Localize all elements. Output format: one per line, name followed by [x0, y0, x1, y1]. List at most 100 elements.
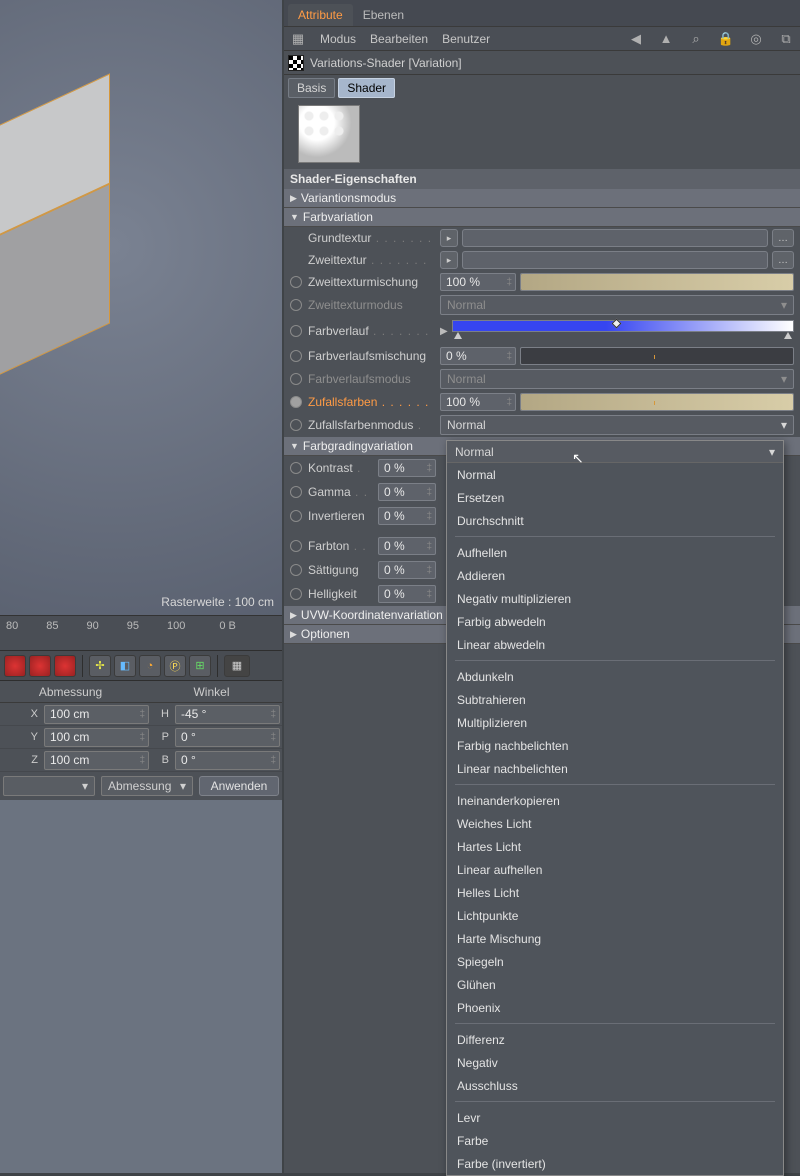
subtab-basis[interactable]: Basis: [288, 78, 335, 98]
anim-radio[interactable]: [290, 510, 302, 522]
dropdown-option[interactable]: Abdunkeln: [447, 665, 783, 688]
kontrast-value[interactable]: 0 %: [378, 459, 436, 477]
dropdown-option[interactable]: Ersetzen: [447, 486, 783, 509]
more-button[interactable]: …: [772, 251, 794, 269]
menu-user[interactable]: Benutzer: [442, 32, 490, 46]
helligkeit-value[interactable]: 0 %: [378, 585, 436, 603]
group-variationsmodus[interactable]: ▶ Variantionsmodus: [284, 189, 800, 208]
anim-radio[interactable]: [290, 276, 302, 288]
dropdown-option[interactable]: Aufhellen: [447, 541, 783, 564]
farbton-value[interactable]: 0 %: [378, 537, 436, 555]
tool-button[interactable]: ⊞: [189, 655, 211, 677]
coord-field-p[interactable]: 0 °: [175, 728, 280, 747]
group-farbvariation[interactable]: ▼ Farbvariation: [284, 208, 800, 227]
dropdown-option[interactable]: Spiegeln: [447, 950, 783, 973]
dropdown-option[interactable]: Durchschnitt: [447, 509, 783, 532]
filmstrip-button[interactable]: ▦: [224, 655, 250, 677]
shader-preview[interactable]: [298, 105, 360, 163]
dropdown-option[interactable]: Negativ: [447, 1051, 783, 1074]
menu-mode[interactable]: Modus: [320, 32, 356, 46]
zufallsfarben-slider[interactable]: [520, 393, 794, 411]
zufallsfarbenmodus-dropdown[interactable]: Normal▾: [440, 415, 794, 435]
dropdown-option[interactable]: Weiches Licht: [447, 812, 783, 835]
record-button[interactable]: [4, 655, 26, 677]
move-tool-button[interactable]: ✢: [89, 655, 111, 677]
dropdown-option[interactable]: Hartes Licht: [447, 835, 783, 858]
record-button-3[interactable]: [54, 655, 76, 677]
dropdown-option[interactable]: Subtrahieren: [447, 688, 783, 711]
dropdown-option[interactable]: Linear abwedeln: [447, 633, 783, 656]
zweittexturmodus-dropdown[interactable]: Normal▾: [440, 295, 794, 315]
coord-field-h[interactable]: -45 °: [175, 705, 280, 724]
invertieren-value[interactable]: 0 %: [378, 507, 436, 525]
dropdown-selected[interactable]: Normal▾: [447, 441, 783, 463]
dropdown-option[interactable]: Farbe: [447, 1129, 783, 1152]
up-icon[interactable]: ▲: [658, 31, 674, 47]
dropdown-option[interactable]: Linear nachbelichten: [447, 757, 783, 780]
grundtextur-field[interactable]: [462, 229, 768, 247]
anim-radio[interactable]: [290, 373, 302, 385]
coord-field-z[interactable]: 100 cm: [44, 751, 149, 770]
gradient-knot[interactable]: [611, 319, 621, 329]
gradient-editor[interactable]: [452, 320, 794, 332]
coord-field-b[interactable]: 0 °: [175, 751, 280, 770]
zweittextur-field[interactable]: [462, 251, 768, 269]
dropdown-option[interactable]: Normal: [447, 463, 783, 486]
more-button[interactable]: …: [772, 229, 794, 247]
dropdown-option[interactable]: Phoenix: [447, 996, 783, 1019]
coord-field-y[interactable]: 100 cm: [44, 728, 149, 747]
anim-radio[interactable]: [290, 419, 302, 431]
dropdown-option[interactable]: Glühen: [447, 973, 783, 996]
tool-button[interactable]: ◔: [139, 655, 161, 677]
coord-field-x[interactable]: 100 cm: [44, 705, 149, 724]
tab-layers[interactable]: Ebenen: [353, 4, 414, 26]
farbverlaufsmischung-slider[interactable]: [520, 347, 794, 365]
dropdown-option[interactable]: Harte Mischung: [447, 927, 783, 950]
dropdown-option[interactable]: Negativ multiplizieren: [447, 587, 783, 610]
anim-radio[interactable]: [290, 462, 302, 474]
apply-button[interactable]: Anwenden: [199, 776, 279, 796]
new-window-icon[interactable]: ⧉: [778, 31, 794, 47]
anim-radio[interactable]: [290, 350, 302, 362]
target-icon[interactable]: ◎: [748, 31, 764, 47]
dropdown-empty[interactable]: ▾: [3, 776, 95, 796]
dropdown-option[interactable]: Linear aufhellen: [447, 858, 783, 881]
menu-icon[interactable]: ▦: [290, 31, 306, 47]
tab-attribute[interactable]: Attribute: [288, 4, 353, 26]
timeline[interactable]: 80 85 90 95 100 0 B: [0, 615, 282, 650]
back-icon[interactable]: ◀: [628, 31, 644, 47]
anim-radio[interactable]: [290, 486, 302, 498]
zufallsfarben-value[interactable]: 100 %: [440, 393, 516, 411]
farbverlaufsmischung-value[interactable]: 0 %: [440, 347, 516, 365]
record-button-2[interactable]: [29, 655, 51, 677]
dropdown-option[interactable]: Multiplizieren: [447, 711, 783, 734]
farbverlaufsmodus-dropdown[interactable]: Normal▾: [440, 369, 794, 389]
anim-radio[interactable]: [290, 564, 302, 576]
lock-icon[interactable]: 🔒: [718, 31, 734, 47]
anim-radio[interactable]: [290, 299, 302, 311]
zweittexturmischung-slider[interactable]: [520, 273, 794, 291]
dropdown-option[interactable]: Farbig nachbelichten: [447, 734, 783, 757]
texture-menu-button[interactable]: ▸: [440, 251, 458, 269]
anim-radio[interactable]: [290, 325, 302, 337]
dimension-dropdown[interactable]: Abmessung▾: [101, 776, 193, 796]
dropdown-option[interactable]: Addieren: [447, 564, 783, 587]
dropdown-option[interactable]: Lichtpunkte: [447, 904, 783, 927]
gradient-pin-left[interactable]: [454, 332, 462, 339]
dropdown-option[interactable]: Ausschluss: [447, 1074, 783, 1097]
tool-button[interactable]: Ⓟ: [164, 655, 186, 677]
anim-radio[interactable]: [290, 540, 302, 552]
anim-radio[interactable]: [290, 588, 302, 600]
dropdown-option[interactable]: Helles Licht: [447, 881, 783, 904]
subtab-shader[interactable]: Shader: [338, 78, 395, 98]
menu-edit[interactable]: Bearbeiten: [370, 32, 428, 46]
dropdown-option[interactable]: Differenz: [447, 1028, 783, 1051]
gradient-pin-right[interactable]: [784, 332, 792, 339]
zweittexturmischung-value[interactable]: 100 %: [440, 273, 516, 291]
saettigung-value[interactable]: 0 %: [378, 561, 436, 579]
dropdown-option[interactable]: Farbe (invertiert): [447, 1152, 783, 1175]
dropdown-option[interactable]: Ineinanderkopieren: [447, 789, 783, 812]
tool-button[interactable]: ◧: [114, 655, 136, 677]
dropdown-option[interactable]: Farbig abwedeln: [447, 610, 783, 633]
search-icon[interactable]: ⌕: [688, 31, 704, 47]
